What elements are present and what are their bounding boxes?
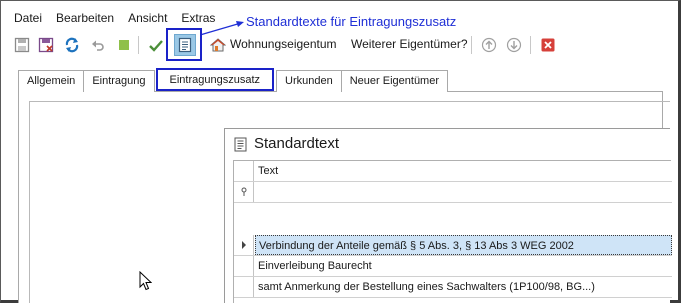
table-row[interactable]: Einverleibung Baurecht	[234, 256, 672, 277]
filter-input[interactable]	[255, 182, 672, 202]
row-text[interactable]: Einverleibung Baurecht	[255, 256, 672, 276]
tab-eintragung[interactable]: Eintragung	[83, 70, 155, 92]
stop-button[interactable]	[114, 34, 134, 56]
tab-allgemein[interactable]: Allgemein	[18, 70, 85, 92]
document-list-icon	[234, 137, 247, 152]
weiterer-eigentuemer-button[interactable]: Weiterer Eigentümer?	[351, 36, 468, 52]
checkmark-icon	[149, 40, 163, 52]
panel-title: Standardtext	[254, 135, 340, 152]
save-icon	[14, 37, 30, 53]
toolbar-separator	[138, 36, 139, 54]
callout-label: Standardtexte für Eintragungszusatz	[246, 14, 457, 29]
standardtext-button[interactable]	[174, 34, 196, 56]
undo-button[interactable]	[88, 34, 108, 56]
standardtext-grid: Text Verbindung der Anteile gemäß § 5 Ab…	[233, 160, 672, 303]
row-indicator	[234, 277, 254, 297]
menu-ansicht[interactable]: Ansicht	[128, 10, 167, 28]
refresh-button[interactable]	[62, 34, 82, 56]
current-row-arrow-icon	[234, 235, 254, 255]
filter-pin-icon	[234, 182, 254, 202]
menu-datei[interactable]: Datei	[14, 10, 42, 28]
tab-strip: Allgemein Eintragung Eintragungszusatz U…	[18, 68, 449, 92]
standardtext-button-highlight	[166, 28, 202, 61]
confirm-button[interactable]	[146, 34, 166, 56]
menu-extras[interactable]: Extras	[181, 10, 215, 28]
grid-filter-row	[234, 182, 672, 203]
wohnungseigentum-icon-wrap[interactable]	[208, 34, 228, 56]
menu-bearbeiten[interactable]: Bearbeiten	[56, 10, 114, 28]
document-list-icon	[178, 37, 192, 53]
row-indicator	[234, 161, 254, 181]
grid-header-row: Text	[234, 161, 672, 182]
arrow-down-circle-icon	[506, 37, 522, 53]
save-close-button[interactable]	[36, 34, 56, 56]
wohnungseigentum-button[interactable]: Wohnungseigentum	[230, 36, 337, 52]
close-x-icon	[541, 38, 555, 52]
toolbar-separator	[471, 36, 472, 54]
toolbar: Wohnungseigentum Weiterer Eigentümer?	[10, 28, 670, 61]
menu-bar: Datei Bearbeiten Ansicht Extras	[14, 10, 229, 28]
mouse-cursor-icon	[139, 271, 152, 291]
move-down-button[interactable]	[504, 34, 524, 56]
move-up-button[interactable]	[479, 34, 499, 56]
stop-icon	[119, 40, 129, 50]
table-row[interactable]: Verbindung der Anteile gemäß § 5 Abs. 3,…	[234, 235, 672, 256]
row-text[interactable]: Verbindung der Anteile gemäß § 5 Abs. 3,…	[255, 235, 672, 255]
tab-neuer-eigentuemer[interactable]: Neuer Eigentümer	[340, 70, 449, 92]
standardtext-panel: Standardtext Text Verbindung der Anteile…	[224, 128, 672, 303]
toolbar-separator	[530, 36, 531, 54]
arrow-up-circle-icon	[481, 37, 497, 53]
row-indicator	[234, 256, 254, 276]
tab-eintragungszusatz[interactable]: Eintragungszusatz	[155, 68, 275, 91]
tab-urkunden[interactable]: Urkunden	[276, 70, 342, 92]
refresh-icon	[65, 37, 79, 53]
table-row[interactable]: samt Anmerkung der Bestellung eines Sach…	[234, 277, 672, 298]
delete-button[interactable]	[538, 34, 558, 56]
undo-icon	[92, 40, 104, 51]
row-text[interactable]: samt Anmerkung der Bestellung eines Sach…	[255, 277, 672, 297]
column-header-text[interactable]: Text	[255, 161, 672, 181]
save-close-icon	[38, 37, 54, 53]
save-button[interactable]	[12, 34, 32, 56]
house-icon	[210, 38, 226, 52]
